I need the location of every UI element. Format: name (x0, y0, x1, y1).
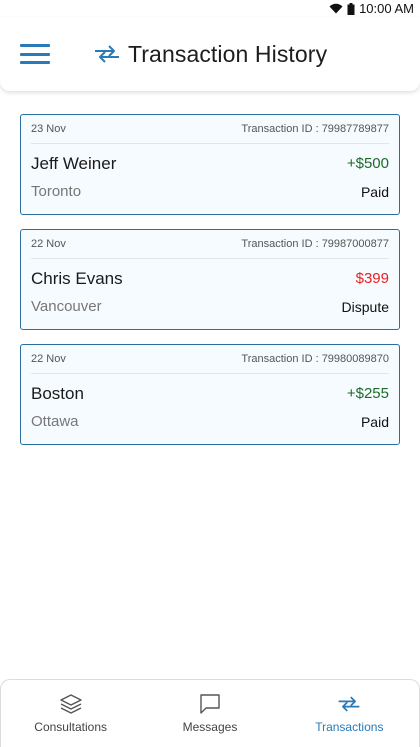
transaction-id: Transaction ID : 79987789877 (241, 123, 389, 135)
menu-icon[interactable] (20, 44, 50, 64)
transaction-card[interactable]: 22 Nov Transaction ID : 79980089870 Bost… (20, 344, 400, 445)
transaction-status: Paid (360, 413, 389, 430)
transaction-list: 23 Nov Transaction ID : 79987789877 Jeff… (20, 114, 400, 459)
transaction-date: 22 Nov (31, 238, 66, 250)
layers-icon (59, 694, 82, 714)
status-bar: 10:00 AM (0, 0, 420, 17)
transaction-name: Jeff Weiner (31, 153, 117, 173)
transaction-id: Transaction ID : 79980089870 (241, 353, 389, 365)
transaction-status: Dispute (341, 298, 389, 315)
nav-messages-label: Messages (182, 720, 238, 734)
transaction-card[interactable]: 22 Nov Transaction ID : 79987000877 Chri… (20, 229, 400, 330)
header: Transaction History (92, 41, 327, 68)
nav-consultations[interactable]: Consultations (6, 693, 136, 734)
status-time: 10:00 AM (359, 1, 414, 16)
battery-icon (347, 2, 355, 15)
transaction-date: 23 Nov (31, 123, 66, 135)
transaction-name: Boston (31, 383, 84, 403)
transaction-city: Ottawa (31, 413, 79, 430)
transaction-status: Paid (360, 183, 389, 200)
transaction-amount: +$500 (346, 155, 389, 172)
transaction-name: Chris Evans (31, 268, 123, 288)
transaction-city: Vancouver (31, 298, 102, 315)
transaction-city: Toronto (31, 183, 82, 200)
transaction-amount: +$255 (346, 385, 389, 402)
transaction-id: Transaction ID : 79987000877 (241, 238, 389, 250)
nav-consultations-label: Consultations (34, 720, 108, 734)
transaction-amount: $399 (355, 270, 389, 287)
nav-messages[interactable]: Messages (145, 693, 275, 734)
transaction-date: 22 Nov (31, 353, 66, 365)
wifi-icon (329, 3, 343, 14)
app-bar: Transaction History (0, 17, 420, 91)
transaction-card[interactable]: 23 Nov Transaction ID : 79987789877 Jeff… (20, 114, 400, 215)
transfer-icon (95, 45, 119, 63)
bottom-nav: Consultations Messages Transactions (0, 679, 420, 747)
nav-transactions[interactable]: Transactions (284, 693, 414, 734)
chat-icon (200, 694, 220, 714)
nav-transactions-label: Transactions (315, 720, 384, 734)
transfer-icon (338, 696, 360, 712)
page-title: Transaction History (128, 40, 328, 67)
